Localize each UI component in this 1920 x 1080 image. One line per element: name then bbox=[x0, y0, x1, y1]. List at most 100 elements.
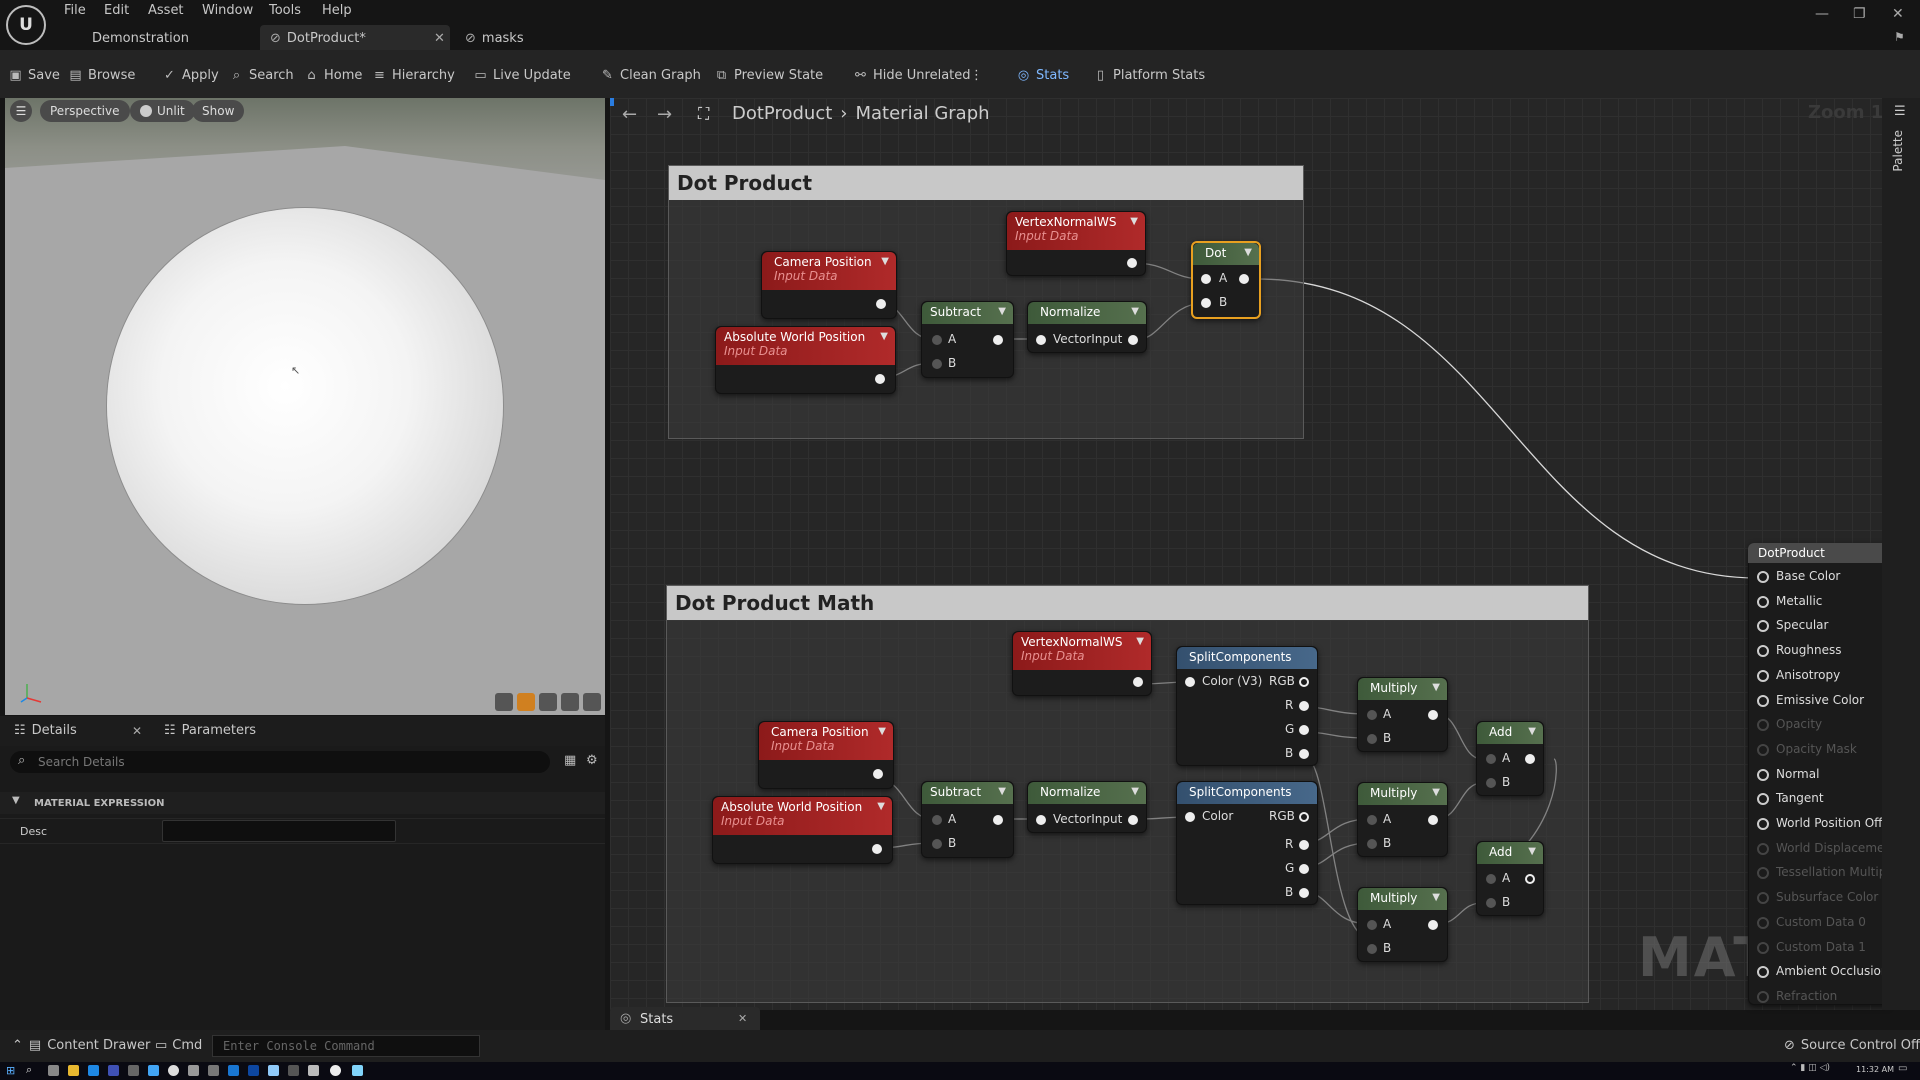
output-pin[interactable] bbox=[1128, 335, 1138, 345]
node-add[interactable]: Add ▼ A B bbox=[1476, 841, 1544, 916]
node-add[interactable]: Add ▼ A B bbox=[1476, 721, 1544, 796]
source-control-button[interactable]: ⊘ Source Control Off bbox=[1784, 1038, 1920, 1053]
input-pin-a[interactable] bbox=[1486, 874, 1496, 884]
result-pin-world-position-offset[interactable] bbox=[1757, 818, 1769, 830]
palette-menu-icon[interactable]: ☰ bbox=[1894, 104, 1906, 119]
input-pin-color[interactable] bbox=[1185, 677, 1195, 687]
app-icon-11[interactable] bbox=[352, 1065, 363, 1076]
app-icon-2[interactable] bbox=[128, 1065, 139, 1076]
output-pin-b[interactable] bbox=[1299, 888, 1309, 898]
app-icon-9[interactable] bbox=[288, 1065, 299, 1076]
app-icon-1[interactable] bbox=[108, 1065, 119, 1076]
taskview-icon[interactable] bbox=[48, 1065, 59, 1076]
input-pin-a[interactable] bbox=[1367, 710, 1377, 720]
close-stats-icon[interactable]: ✕ bbox=[738, 1012, 747, 1025]
output-pin-b[interactable] bbox=[1299, 749, 1309, 759]
output-pin[interactable] bbox=[1133, 677, 1143, 687]
taskbar-search-icon[interactable]: ⌕ bbox=[26, 1063, 32, 1077]
output-pin-r[interactable] bbox=[1299, 701, 1309, 711]
output-pin[interactable] bbox=[1127, 258, 1137, 268]
result-pin-custom-data-0[interactable] bbox=[1757, 916, 1769, 929]
input-pin-a[interactable] bbox=[1201, 274, 1211, 284]
output-pin[interactable] bbox=[1525, 754, 1535, 764]
output-pin[interactable] bbox=[873, 769, 883, 779]
chrome-icon[interactable] bbox=[168, 1065, 179, 1076]
result-pin-normal[interactable] bbox=[1757, 768, 1769, 781]
input-pin[interactable] bbox=[1036, 335, 1046, 345]
chevron-down-icon[interactable]: ▼ bbox=[878, 726, 886, 737]
chevron-down-icon[interactable]: ▼ bbox=[1432, 682, 1440, 693]
input-pin-b[interactable] bbox=[1367, 734, 1377, 744]
output-pin[interactable] bbox=[1428, 710, 1438, 720]
chevron-down-icon[interactable]: ▼ bbox=[998, 306, 1006, 317]
system-tray-icons[interactable]: ⌃ ▮ ◫ ◁) bbox=[1790, 1063, 1830, 1073]
node-absolute-world-position[interactable]: Absolute World Position Input Data ▼ bbox=[715, 326, 896, 394]
output-pin-g[interactable] bbox=[1299, 725, 1309, 735]
windows-start-icon[interactable]: ⊞ bbox=[6, 1064, 15, 1077]
chevron-down-icon[interactable]: ▼ bbox=[1528, 846, 1536, 857]
input-pin-b[interactable] bbox=[1486, 778, 1496, 788]
output-pin[interactable] bbox=[993, 335, 1003, 345]
input-pin-b[interactable] bbox=[932, 839, 942, 849]
chevron-down-icon[interactable]: ▼ bbox=[1528, 726, 1536, 737]
output-pin[interactable] bbox=[876, 299, 886, 309]
chevron-down-icon[interactable]: ▼ bbox=[1432, 787, 1440, 798]
output-pin[interactable] bbox=[875, 374, 885, 384]
input-pin-a[interactable] bbox=[932, 335, 942, 345]
output-pin-r[interactable] bbox=[1299, 840, 1309, 850]
content-drawer-button[interactable]: ⌃ ▤ Content Drawer bbox=[12, 1038, 150, 1053]
comment-dot-product-title[interactable]: Dot Product bbox=[669, 166, 1303, 200]
output-pin[interactable] bbox=[1239, 274, 1249, 284]
input-pin-a[interactable] bbox=[1486, 754, 1496, 764]
result-pin-base-color[interactable] bbox=[1757, 571, 1769, 583]
chevron-down-icon[interactable]: ▼ bbox=[1244, 247, 1252, 258]
input-pin-a[interactable] bbox=[932, 815, 942, 825]
output-pin-rgb[interactable] bbox=[1299, 677, 1309, 687]
app-icon-3[interactable] bbox=[148, 1065, 159, 1076]
input-pin-b[interactable] bbox=[932, 359, 942, 369]
app-icon-6[interactable] bbox=[228, 1065, 239, 1076]
notification-icon[interactable]: ▭ bbox=[1898, 1063, 1907, 1074]
result-pin-subsurface-color[interactable] bbox=[1757, 892, 1769, 905]
chevron-down-icon[interactable]: ▼ bbox=[1131, 786, 1139, 797]
chevron-down-icon[interactable]: ▼ bbox=[877, 801, 885, 812]
chevron-down-icon[interactable]: ▼ bbox=[1131, 306, 1139, 317]
result-pin-anisotropy[interactable] bbox=[1757, 669, 1769, 682]
node-camera-position[interactable]: Camera Position Input Data ▼ bbox=[761, 251, 897, 319]
output-pin[interactable] bbox=[872, 844, 882, 854]
output-pin[interactable] bbox=[1428, 815, 1438, 825]
app-icon-10[interactable] bbox=[308, 1065, 319, 1076]
input-pin-b[interactable] bbox=[1367, 944, 1377, 954]
node-dot[interactable]: Dot ▼ A B bbox=[1191, 241, 1261, 319]
mail-icon[interactable] bbox=[88, 1065, 99, 1076]
node-vertexnormalws[interactable]: VertexNormalWS Input Data ▼ bbox=[1006, 211, 1146, 276]
result-pin-refraction[interactable] bbox=[1757, 990, 1769, 1003]
output-pin[interactable] bbox=[993, 815, 1003, 825]
node-normalize[interactable]: Normalize ▼ VectorInput bbox=[1027, 781, 1147, 833]
chevron-down-icon[interactable]: ▼ bbox=[1130, 216, 1138, 227]
node-normalize[interactable]: Normalize ▼ VectorInput bbox=[1027, 301, 1147, 353]
input-pin-a[interactable] bbox=[1367, 815, 1377, 825]
input-pin-color[interactable] bbox=[1185, 812, 1195, 822]
input-pin-b[interactable] bbox=[1201, 298, 1211, 308]
cmd-button[interactable]: ▭ Cmd bbox=[155, 1038, 202, 1053]
node-splitcomponents-v3[interactable]: SplitComponents Color (V3) RGB R G B bbox=[1176, 646, 1318, 766]
node-vertexnormalws[interactable]: VertexNormalWS Input Data ▼ bbox=[1012, 631, 1152, 696]
chevron-down-icon[interactable]: ▼ bbox=[880, 331, 888, 342]
node-absolute-world-position[interactable]: Absolute World Position Input Data ▼ bbox=[712, 796, 893, 864]
unreal-taskbar-icon[interactable] bbox=[330, 1065, 341, 1076]
output-pin-rgb[interactable] bbox=[1299, 812, 1309, 822]
output-pin[interactable] bbox=[1525, 874, 1535, 884]
chevron-down-icon[interactable]: ▼ bbox=[881, 256, 889, 267]
app-icon-7[interactable] bbox=[248, 1065, 259, 1076]
node-multiply[interactable]: Multiply ▼ A B bbox=[1357, 782, 1448, 857]
app-icon-8[interactable] bbox=[268, 1065, 279, 1076]
output-pin-g[interactable] bbox=[1299, 864, 1309, 874]
result-pin-emissive-color[interactable] bbox=[1757, 694, 1769, 707]
node-subtract[interactable]: Subtract ▼ A B bbox=[921, 301, 1014, 378]
comment-dot-product-math-title[interactable]: Dot Product Math bbox=[667, 586, 1588, 620]
output-pin[interactable] bbox=[1428, 920, 1438, 930]
chevron-down-icon[interactable]: ▼ bbox=[1136, 636, 1144, 647]
result-pin-roughness[interactable] bbox=[1757, 645, 1769, 658]
input-pin-b[interactable] bbox=[1486, 898, 1496, 908]
